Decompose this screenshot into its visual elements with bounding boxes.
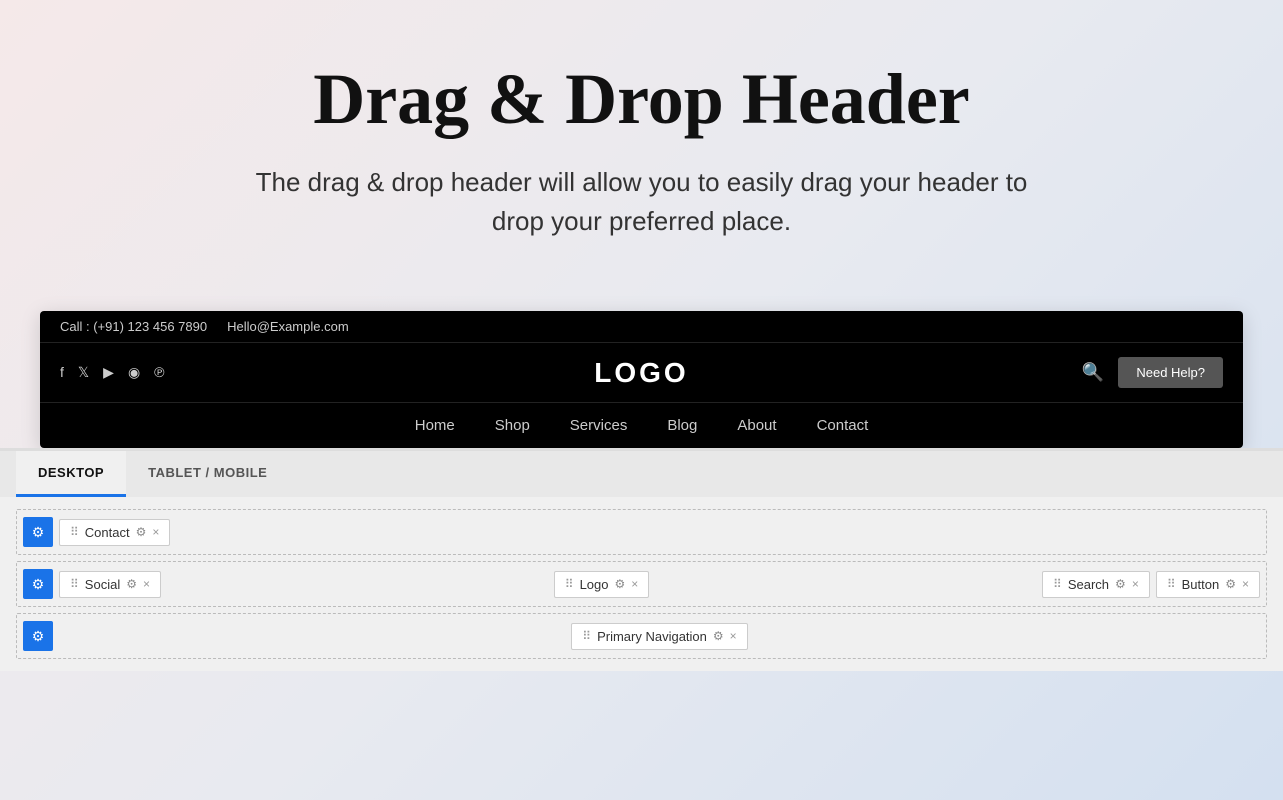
instagram-icon: ◉	[128, 364, 140, 381]
primary-navigation-gear-icon[interactable]: ⚙	[713, 629, 724, 643]
row-2-left: ⠿ Social ⚙ ×	[59, 571, 161, 598]
builder-tabs: DESKTOP TABLET / MOBILE	[0, 451, 1283, 497]
social-icons: f 𝕏 ▶ ◉ ℗	[60, 364, 165, 381]
drag-handle-icon: ⠿	[70, 577, 79, 591]
drag-handle-icon: ⠿	[70, 525, 79, 539]
facebook-icon: f	[60, 364, 64, 381]
nav-bar: Home Shop Services Blog About Contact	[40, 402, 1243, 448]
email-label: Hello@Example.com	[227, 319, 349, 334]
tab-desktop[interactable]: DESKTOP	[16, 451, 126, 497]
social-close-icon[interactable]: ×	[143, 577, 150, 591]
contact-close-icon[interactable]: ×	[152, 525, 159, 539]
search-close-icon[interactable]: ×	[1132, 577, 1139, 591]
nav-item-shop[interactable]: Shop	[495, 417, 530, 434]
row-2-center: ⠿ Logo ⚙ ×	[167, 571, 1036, 598]
pinterest-icon: ℗	[154, 364, 164, 381]
row-1-content: ⠿ Contact ⚙ ×	[59, 519, 1260, 546]
phone-label: Call : (+91) 123 456 7890	[60, 319, 207, 334]
drag-handle-icon: ⠿	[582, 629, 591, 643]
logo-widget-label: Logo	[580, 577, 609, 592]
drag-handle-icon: ⠿	[565, 577, 574, 591]
drag-handle-icon: ⠿	[1167, 577, 1176, 591]
row-2-content: ⠿ Social ⚙ × ⠿ Logo ⚙ ×	[59, 571, 1260, 598]
top-bar: Call : (+91) 123 456 7890 Hello@Example.…	[40, 311, 1243, 342]
drag-handle-icon: ⠿	[1053, 577, 1062, 591]
button-close-icon[interactable]: ×	[1242, 577, 1249, 591]
row-2-settings-button[interactable]: ⚙	[23, 569, 53, 599]
row-3-content: ⠿ Primary Navigation ⚙ ×	[59, 623, 1260, 650]
builder-rows: ⚙ ⠿ Contact ⚙ × ⚙ ⠿ Social ⚙	[0, 497, 1283, 671]
contact-gear-icon[interactable]: ⚙	[136, 525, 147, 539]
row-3-settings-button[interactable]: ⚙	[23, 621, 53, 651]
primary-navigation-close-icon[interactable]: ×	[730, 629, 737, 643]
logo-close-icon[interactable]: ×	[631, 577, 638, 591]
builder-row-1: ⚙ ⠿ Contact ⚙ ×	[16, 509, 1267, 555]
youtube-icon: ▶	[103, 364, 114, 381]
primary-navigation-label: Primary Navigation	[597, 629, 707, 644]
nav-item-blog[interactable]: Blog	[667, 417, 697, 434]
builder-section: DESKTOP TABLET / MOBILE ⚙ ⠿ Contact ⚙ × …	[0, 448, 1283, 671]
contact-widget-label: Contact	[85, 525, 130, 540]
button-gear-icon[interactable]: ⚙	[1225, 577, 1236, 591]
nav-item-services[interactable]: Services	[570, 417, 628, 434]
search-icon[interactable]: 🔍	[1082, 362, 1104, 383]
search-widget-label: Search	[1068, 577, 1109, 592]
main-bar: f 𝕏 ▶ ◉ ℗ LOGO 🔍 Need Help?	[40, 342, 1243, 402]
nav-item-contact[interactable]: Contact	[817, 417, 869, 434]
button-widget[interactable]: ⠿ Button ⚙ ×	[1156, 571, 1260, 598]
hero-section: Drag & Drop Header The drag & drop heade…	[0, 0, 1283, 281]
search-widget[interactable]: ⠿ Search ⚙ ×	[1042, 571, 1150, 598]
primary-navigation-widget[interactable]: ⠿ Primary Navigation ⚙ ×	[571, 623, 747, 650]
hero-subtitle: The drag & drop header will allow you to…	[252, 163, 1032, 241]
page-title: Drag & Drop Header	[20, 60, 1263, 139]
builder-row-2: ⚙ ⠿ Social ⚙ × ⠿ Logo ⚙ ×	[16, 561, 1267, 607]
logo: LOGO	[594, 357, 688, 389]
main-bar-right: 🔍 Need Help?	[1082, 357, 1223, 388]
row-2-right: ⠿ Search ⚙ × ⠿ Button ⚙ ×	[1042, 571, 1260, 598]
button-widget-label: Button	[1182, 577, 1220, 592]
row-1-settings-button[interactable]: ⚙	[23, 517, 53, 547]
builder-row-3: ⚙ ⠿ Primary Navigation ⚙ ×	[16, 613, 1267, 659]
logo-widget[interactable]: ⠿ Logo ⚙ ×	[554, 571, 650, 598]
social-widget-label: Social	[85, 577, 120, 592]
tab-tablet-mobile[interactable]: TABLET / MOBILE	[126, 451, 289, 497]
contact-widget[interactable]: ⠿ Contact ⚙ ×	[59, 519, 170, 546]
nav-item-about[interactable]: About	[737, 417, 776, 434]
row-3-center: ⠿ Primary Navigation ⚙ ×	[461, 623, 857, 650]
need-help-button[interactable]: Need Help?	[1118, 357, 1223, 388]
header-preview: Call : (+91) 123 456 7890 Hello@Example.…	[40, 311, 1243, 448]
logo-gear-icon[interactable]: ⚙	[614, 577, 625, 591]
search-gear-icon[interactable]: ⚙	[1115, 577, 1126, 591]
twitter-icon: 𝕏	[78, 364, 89, 381]
social-widget[interactable]: ⠿ Social ⚙ ×	[59, 571, 161, 598]
nav-item-home[interactable]: Home	[415, 417, 455, 434]
social-gear-icon[interactable]: ⚙	[126, 577, 137, 591]
